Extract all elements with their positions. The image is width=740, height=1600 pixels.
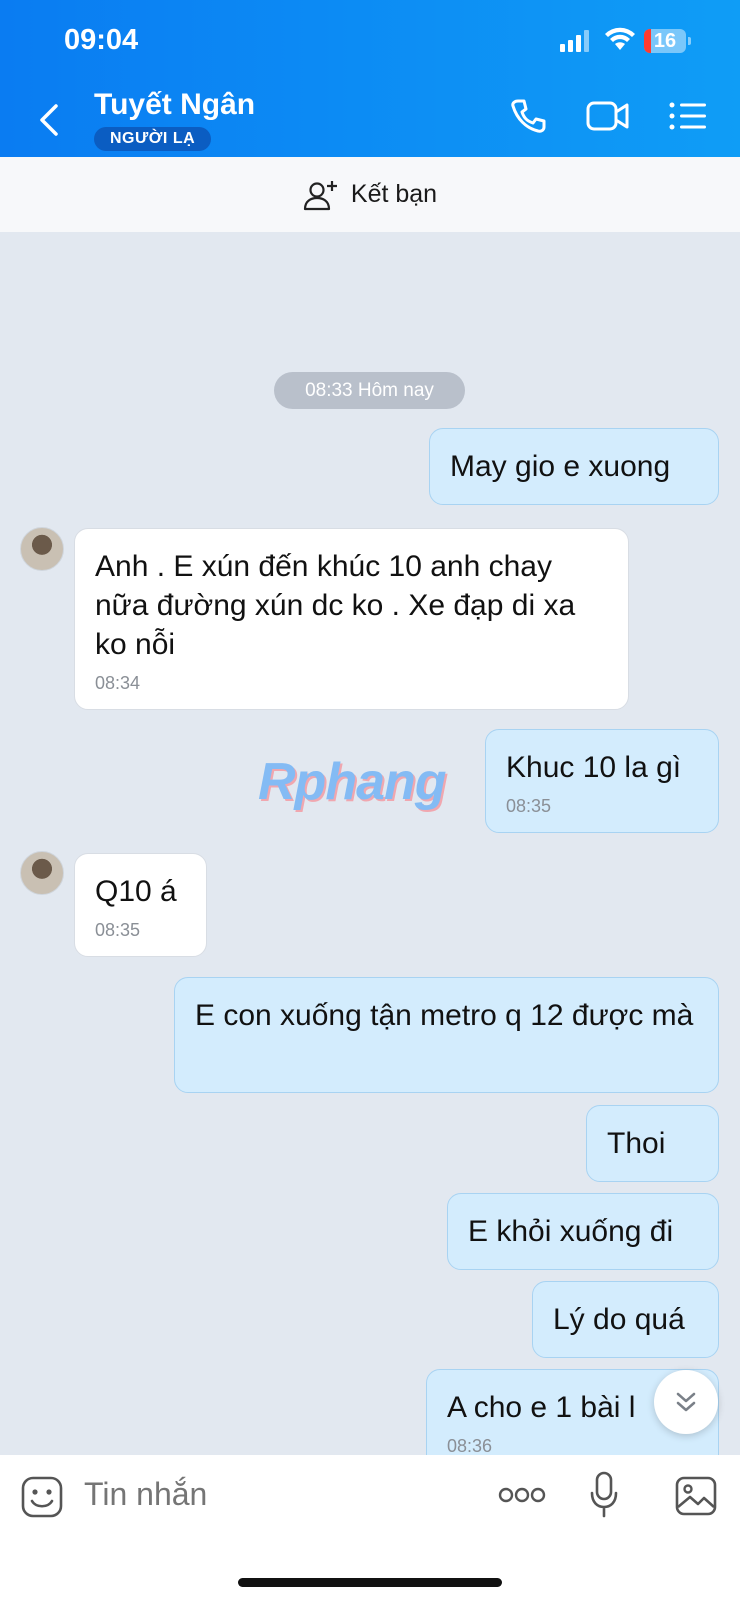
status-time: 09:04 [64, 24, 139, 56]
message-text: Thoi [607, 1127, 666, 1160]
message-text: May gio e xuong [450, 450, 671, 483]
message-list[interactable]: 08:33 Hôm nay May gio e xuong Anh . E xú… [0, 232, 740, 1455]
message-time: 08:36 [447, 1436, 493, 1455]
image-gallery-icon[interactable] [674, 1475, 718, 1517]
back-arrow-icon[interactable] [36, 100, 64, 140]
message-bubble-outgoing[interactable]: May gio e xuong [429, 428, 719, 505]
watermark-logo: Rphang [258, 753, 447, 811]
add-friend-label: Kết bạn [350, 180, 438, 208]
message-text: Khuc 10 la gì [506, 751, 682, 784]
message-time: 08:34 [95, 673, 141, 693]
chat-header: 09:04 16 Tuyết Ngân NGƯỜI LẠ [0, 0, 740, 157]
double-chevron-down-icon [676, 1392, 696, 1412]
message-bubble-outgoing[interactable]: E khỏi xuống đi [447, 1193, 719, 1270]
date-separator: 08:33 Hôm nay [274, 372, 465, 409]
message-bubble-outgoing[interactable]: Khuc 10 la gì 08:35 [485, 729, 719, 833]
contact-avatar[interactable] [20, 851, 64, 895]
cellular-signal-icon [560, 30, 590, 52]
sticker-icon[interactable] [20, 1475, 64, 1519]
add-friend-button[interactable]: Kết bạn [0, 157, 740, 232]
home-indicator [238, 1578, 502, 1587]
message-bubble-incoming[interactable]: Q10 á 08:35 [74, 853, 207, 957]
message-text: E con xuống tận metro q 12 được mà [195, 999, 694, 1032]
message-time: 08:35 [506, 796, 552, 816]
message-bubble-outgoing[interactable]: Thoi [586, 1105, 719, 1182]
message-bubble-outgoing[interactable]: E con xuống tận metro q 12 được mà [174, 977, 719, 1093]
microphone-icon[interactable] [588, 1471, 620, 1519]
message-text: Anh . E xún đến khúc 10 anh chay nữa đườ… [95, 550, 576, 661]
video-call-icon[interactable] [586, 96, 630, 136]
add-person-icon [303, 180, 337, 210]
contact-name[interactable]: Tuyết Ngân [94, 88, 255, 122]
message-time: 08:35 [95, 920, 141, 940]
menu-list-icon[interactable] [668, 96, 708, 136]
message-text: E khỏi xuống đi [468, 1215, 674, 1248]
battery-level: 16 [653, 30, 677, 52]
message-text: Lý do quá [553, 1303, 685, 1336]
phone-call-icon[interactable] [508, 96, 548, 136]
contact-avatar[interactable] [20, 527, 64, 571]
battery-icon: 16 [644, 29, 686, 53]
scroll-to-bottom-button[interactable] [654, 1370, 718, 1434]
message-bubble-outgoing[interactable]: Lý do quá [532, 1281, 719, 1358]
wifi-icon [605, 27, 635, 50]
stranger-badge: NGƯỜI LẠ [94, 127, 212, 151]
more-options-icon[interactable] [498, 1485, 546, 1505]
message-text: Q10 á [95, 875, 177, 908]
message-input[interactable] [82, 1475, 466, 1514]
message-bubble-incoming[interactable]: Anh . E xún đến khúc 10 anh chay nữa đườ… [74, 528, 629, 710]
